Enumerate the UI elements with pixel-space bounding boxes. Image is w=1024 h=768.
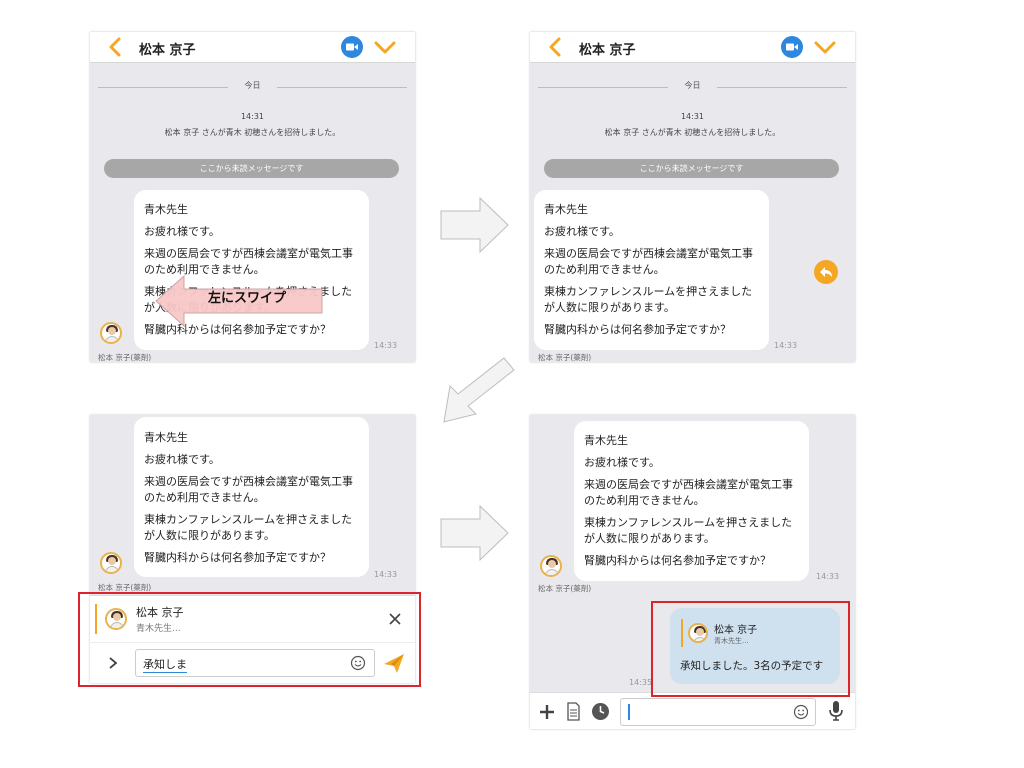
sent-reply-time: 14:35: [629, 678, 653, 687]
sender-label: 松本 京子(薬剤): [98, 353, 152, 362]
message-line: 来週の医局会ですが西棟会議室が電気工事: [544, 247, 753, 260]
message-line: 東棟カンファレンスルームを押さえました: [584, 516, 793, 529]
avatar: [100, 552, 122, 574]
unread-banner: ここから未読メッセージです: [104, 159, 399, 178]
system-time: 14:31: [240, 112, 265, 121]
message-line: お疲れ様です。: [144, 453, 220, 466]
video-call-icon[interactable]: [341, 36, 363, 58]
message-time: 14:33: [374, 570, 398, 579]
highlight-sent-reply: [651, 601, 850, 697]
message-line: が人数に限りがあります。: [584, 532, 715, 545]
highlight-reply-box: [78, 592, 421, 687]
message-bubble[interactable]: 青木先生 お疲れ様です。 来週の医局会ですが西棟会議室が電気工事 のため利用でき…: [534, 190, 769, 350]
message-line: 腎臓内科からは何名参加予定ですか？: [584, 554, 771, 567]
message-line: 青木先生: [144, 431, 188, 444]
chat-header: 松本 京子: [530, 32, 855, 63]
system-time: 14:31: [680, 112, 705, 121]
back-chevron-icon[interactable]: [546, 36, 564, 58]
date-separator: 今日: [98, 80, 407, 94]
date-separator: 今日: [538, 80, 847, 94]
message-line: 青木先生: [544, 203, 588, 216]
emoji-icon[interactable]: [793, 704, 809, 720]
message-line: 来週の医局会ですが西棟会議室が電気工事: [584, 478, 793, 491]
message-input[interactable]: [620, 698, 816, 726]
message-line: のため利用できません。: [144, 491, 265, 504]
message-bubble[interactable]: 青木先生 お疲れ様です。 来週の医局会ですが西棟会議室が電気工事 のため利用でき…: [574, 421, 809, 581]
message-time: 14:33: [816, 572, 840, 581]
message-line: 青木先生: [584, 434, 628, 447]
message-line: 来週の医局会ですが西棟会議室が電気工事: [144, 247, 353, 260]
chevron-down-icon[interactable]: [373, 40, 397, 56]
message-line: お疲れ様です。: [544, 225, 620, 238]
avatar: [100, 322, 122, 344]
message-line: お疲れ様です。: [584, 456, 660, 469]
panel-chat-swipe: 松本 京子 今日 14:31 松本 京子 さんが青木 初穂さんを招待しました。 …: [90, 32, 415, 362]
input-bar: [530, 692, 855, 729]
panel-chat-reply-icon: 松本 京子 今日 14:31 松本 京子 さんが青木 初穂さんを招待しました。 …: [530, 32, 855, 362]
message-line: 腎臓内科からは何名参加予定ですか？: [544, 323, 731, 336]
chat-title: 松本 京子: [139, 43, 196, 58]
sender-label: 松本 京子(薬剤): [538, 584, 592, 593]
message-time: 14:33: [774, 341, 798, 350]
message-line: 東棟カンファレンスルームを押さえました: [544, 285, 753, 298]
message-line: のため利用できません。: [544, 263, 665, 276]
message-line: が人数に限りがあります。: [144, 529, 275, 542]
video-call-icon[interactable]: [781, 36, 803, 58]
text-cursor: [628, 704, 630, 720]
microphone-icon[interactable]: [828, 700, 844, 722]
message-line: のため利用できません。: [584, 494, 705, 507]
message-line: お疲れ様です。: [144, 225, 220, 238]
system-message: 松本 京子 さんが青木 初穂さんを招待しました。: [604, 128, 781, 137]
chat-title: 松本 京子: [579, 43, 636, 58]
step-arrow-right: [440, 505, 509, 561]
message-line: 来週の医局会ですが西棟会議室が電気工事: [144, 475, 353, 488]
step-arrow-right: [440, 197, 509, 253]
message-line: 腎臓内科からは何名参加予定ですか？: [144, 551, 331, 564]
step-arrow-diagonal: [443, 357, 515, 423]
message-line: 青木先生: [144, 203, 188, 216]
message-bubble[interactable]: 青木先生 お疲れ様です。 来週の医局会ですが西棟会議室が電気工事 のため利用でき…: [134, 417, 369, 577]
document-icon[interactable]: [566, 702, 581, 721]
swipe-label: 左にスワイプ: [208, 291, 287, 306]
message-line: 東棟カンファレンスルームを押さえました: [144, 513, 353, 526]
sender-label: 松本 京子(薬剤): [538, 353, 592, 362]
message-line: が人数に限りがあります。: [544, 301, 675, 314]
chevron-down-icon[interactable]: [813, 40, 837, 56]
avatar: [540, 555, 562, 577]
clock-icon[interactable]: [591, 702, 610, 721]
message-time: 14:33: [374, 341, 398, 350]
chat-header: 松本 京子: [90, 32, 415, 63]
back-chevron-icon[interactable]: [106, 36, 124, 58]
unread-banner: ここから未読メッセージです: [544, 159, 839, 178]
system-message: 松本 京子 さんが青木 初穂さんを招待しました。: [164, 128, 341, 137]
plus-icon[interactable]: [538, 703, 556, 721]
reply-icon[interactable]: [814, 260, 838, 284]
